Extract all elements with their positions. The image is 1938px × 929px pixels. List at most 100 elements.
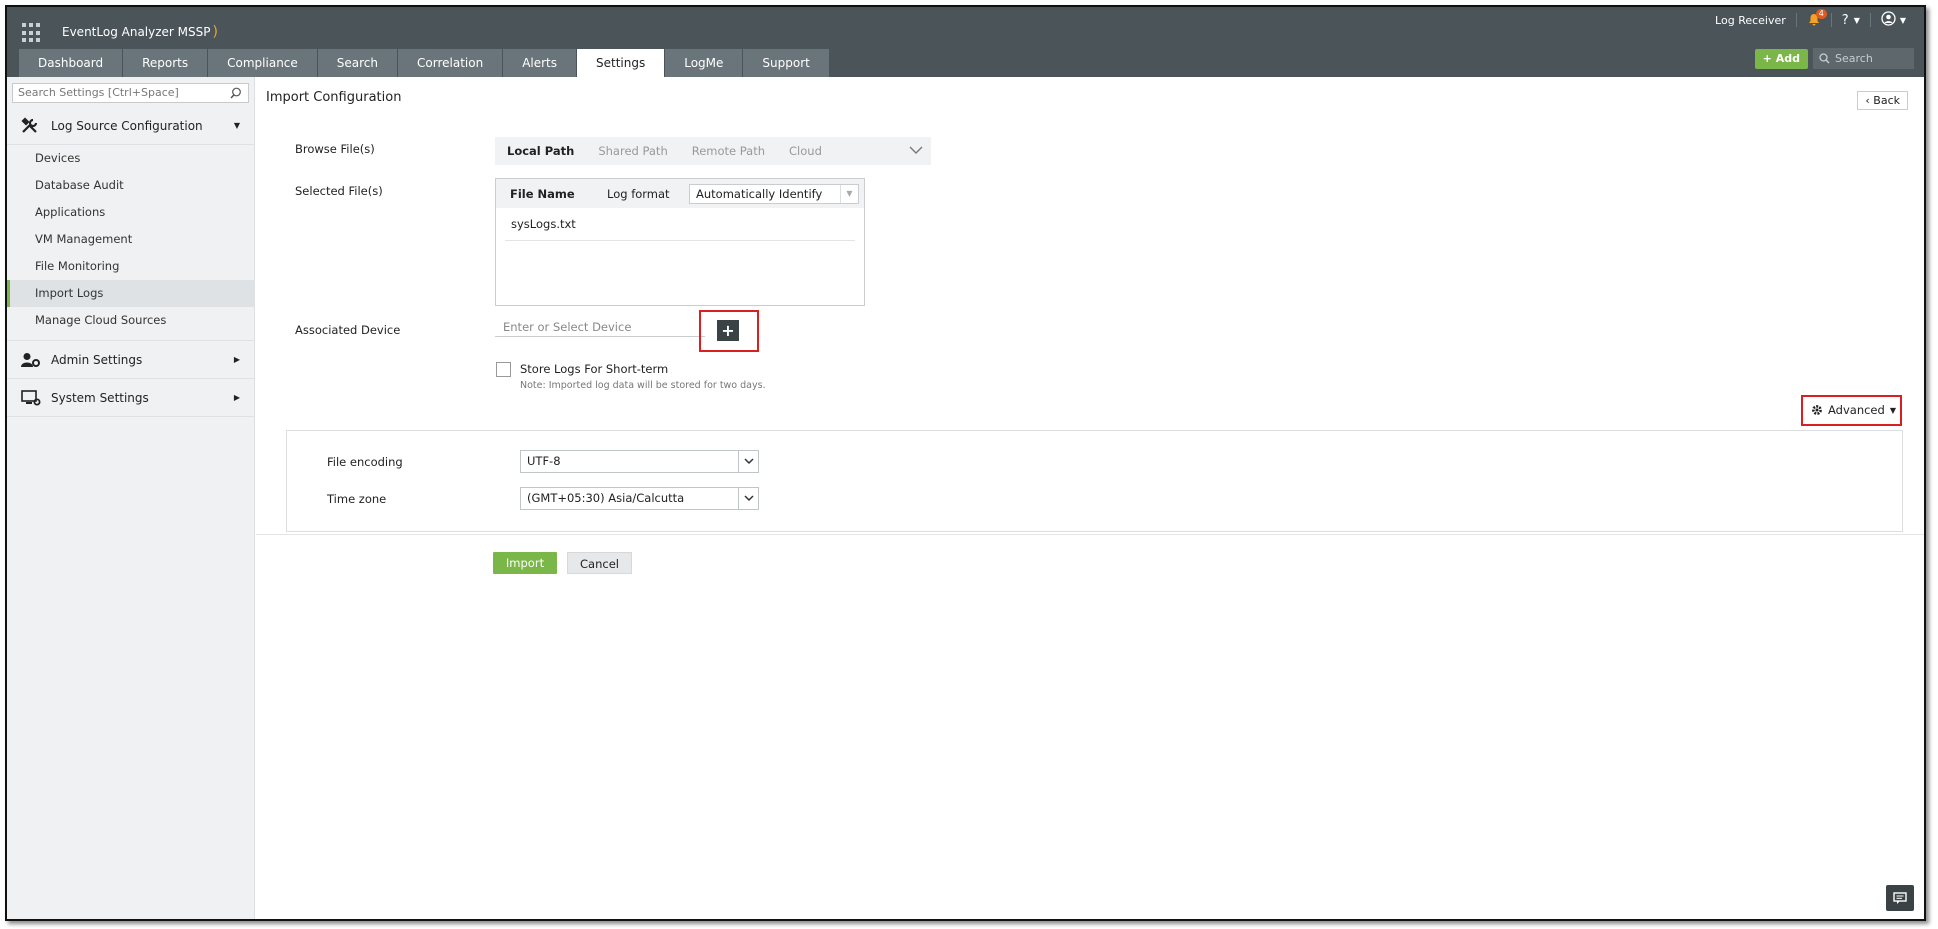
tab-alerts[interactable]: Alerts bbox=[503, 49, 578, 77]
associated-device-label: Associated Device bbox=[295, 323, 401, 337]
caret-down-icon: ▼ bbox=[1889, 405, 1896, 415]
path-tab-cloud[interactable]: Cloud bbox=[789, 144, 822, 158]
divider bbox=[1869, 13, 1871, 27]
caret-right-icon: ▶ bbox=[233, 355, 240, 364]
global-search-placeholder: Search bbox=[1835, 52, 1873, 65]
path-tabs: Local Path Shared Path Remote Path Cloud bbox=[495, 137, 931, 165]
top-header: EventLog Analyzer MSSP) Log Receiver 4 ?… bbox=[7, 7, 1924, 77]
path-tab-remote[interactable]: Remote Path bbox=[692, 144, 765, 158]
global-search-input[interactable]: Search bbox=[1813, 48, 1914, 69]
header-utility-links: Log Receiver 4 ? ▼ ▼ bbox=[1715, 9, 1906, 29]
advanced-panel: File encoding UTF-8 Time zone (GMT+05:30… bbox=[286, 430, 1903, 532]
sidebar-item-file-monitoring[interactable]: File Monitoring bbox=[7, 253, 254, 280]
tab-settings[interactable]: Settings bbox=[577, 49, 666, 77]
help-dropdown-icon[interactable]: ▼ bbox=[1854, 16, 1860, 25]
add-button[interactable]: + Add bbox=[1754, 49, 1808, 69]
sidebar-section-admin-settings[interactable]: Admin Settings ▶ bbox=[7, 341, 254, 379]
advanced-highlight: Advanced ▼ bbox=[1801, 395, 1902, 426]
settings-search-placeholder: Search Settings [Ctrl+Space] bbox=[18, 86, 179, 99]
advanced-label: Advanced bbox=[1828, 403, 1885, 417]
sidebar-section-log-source-configuration[interactable]: Log Source Configuration ▼ bbox=[7, 107, 254, 145]
chevron-down-icon bbox=[738, 451, 758, 472]
settings-search-input[interactable]: Search Settings [Ctrl+Space] bbox=[12, 83, 249, 103]
system-settings-icon bbox=[21, 389, 41, 407]
sidebar-section-label: Admin Settings bbox=[51, 352, 143, 367]
file-row: sysLogs.txt bbox=[505, 208, 855, 241]
search-icon[interactable] bbox=[230, 87, 242, 99]
logo-arc-icon: ) bbox=[212, 24, 218, 40]
user-dropdown-icon[interactable]: ▼ bbox=[1900, 16, 1906, 25]
sidebar-section-label: System Settings bbox=[51, 390, 149, 405]
chat-icon[interactable] bbox=[1886, 885, 1914, 911]
file-name-column-header: File Name bbox=[510, 186, 575, 201]
notification-bell-icon[interactable]: 4 bbox=[1807, 9, 1827, 27]
sidebar-item-devices[interactable]: Devices bbox=[7, 145, 254, 172]
tab-reports[interactable]: Reports bbox=[123, 49, 209, 77]
user-avatar-icon[interactable] bbox=[1881, 11, 1896, 29]
log-format-value: Automatically Identify bbox=[696, 186, 823, 201]
cancel-button[interactable]: Cancel bbox=[567, 552, 632, 574]
sidebar-section-label: Log Source Configuration bbox=[51, 118, 203, 133]
time-zone-label: Time zone bbox=[327, 492, 387, 506]
caret-right-icon: ▶ bbox=[233, 393, 240, 402]
store-logs-checkbox[interactable] bbox=[496, 362, 511, 377]
file-encoding-value: UTF-8 bbox=[527, 454, 561, 468]
sidebar-section-system-settings[interactable]: System Settings ▶ bbox=[7, 379, 254, 417]
log-format-select[interactable]: Automatically Identify ▼ bbox=[689, 183, 859, 204]
store-logs-label: Store Logs For Short-term bbox=[520, 362, 669, 376]
selected-files-label: Selected File(s) bbox=[295, 184, 383, 198]
tab-dashboard[interactable]: Dashboard bbox=[19, 49, 124, 77]
tab-correlation[interactable]: Correlation bbox=[398, 49, 504, 77]
app-launcher-icon[interactable] bbox=[22, 23, 42, 43]
add-button-label: Add bbox=[1775, 52, 1800, 65]
log-receiver-link[interactable]: Log Receiver bbox=[1715, 14, 1786, 27]
sidebar-item-applications[interactable]: Applications bbox=[7, 199, 254, 226]
tools-icon bbox=[21, 116, 41, 135]
log-format-column-header: Log format bbox=[607, 186, 670, 201]
chevron-down-icon[interactable] bbox=[909, 144, 923, 156]
gear-icon bbox=[1812, 405, 1822, 415]
notification-count-badge: 4 bbox=[1815, 9, 1827, 19]
sidebar-item-import-logs[interactable]: Import Logs bbox=[7, 280, 254, 307]
add-device-button[interactable]: + bbox=[717, 320, 739, 341]
page-title: Import Configuration bbox=[266, 90, 402, 105]
device-input[interactable]: Enter or Select Device bbox=[495, 317, 705, 337]
sidebar-item-vm-management[interactable]: VM Management bbox=[7, 226, 254, 253]
tab-compliance[interactable]: Compliance bbox=[208, 49, 318, 77]
file-encoding-select[interactable]: UTF-8 bbox=[520, 450, 759, 473]
browse-files-label: Browse File(s) bbox=[295, 142, 375, 156]
add-device-highlight: + bbox=[699, 310, 759, 352]
tab-search[interactable]: Search bbox=[317, 49, 399, 77]
divider bbox=[1795, 13, 1797, 27]
sidebar-item-manage-cloud-sources[interactable]: Manage Cloud Sources bbox=[7, 307, 254, 341]
tab-support[interactable]: Support bbox=[743, 49, 830, 77]
divider bbox=[1830, 13, 1832, 27]
chevron-down-icon: ▼ bbox=[840, 184, 858, 203]
store-logs-note: Note: Imported log data will be stored f… bbox=[520, 380, 766, 391]
back-button[interactable]: ‹ Back bbox=[1857, 91, 1908, 110]
main-nav-tabs: Dashboard Reports Compliance Search Corr… bbox=[19, 49, 830, 77]
search-icon bbox=[1819, 53, 1830, 64]
app-window: EventLog Analyzer MSSP) Log Receiver 4 ?… bbox=[5, 5, 1926, 921]
chevron-left-icon: ‹ bbox=[1865, 94, 1870, 107]
app-logo: EventLog Analyzer MSSP) bbox=[62, 24, 218, 40]
path-tab-shared[interactable]: Shared Path bbox=[598, 144, 667, 158]
path-tab-local[interactable]: Local Path bbox=[507, 144, 574, 158]
app-name: EventLog Analyzer MSSP bbox=[62, 25, 211, 39]
import-button[interactable]: Import bbox=[493, 552, 557, 574]
plus-icon: + bbox=[1762, 52, 1772, 65]
file-table-header: File Name Log format Automatically Ident… bbox=[496, 179, 864, 208]
time-zone-select[interactable]: (GMT+05:30) Asia/Calcutta bbox=[520, 487, 759, 510]
help-icon[interactable]: ? bbox=[1842, 13, 1849, 28]
file-encoding-label: File encoding bbox=[327, 455, 403, 469]
sidebar-item-database-audit[interactable]: Database Audit bbox=[7, 172, 254, 199]
main-content: Import Configuration ‹ Back Browse File(… bbox=[256, 77, 1924, 919]
tab-logme[interactable]: LogMe bbox=[665, 49, 744, 77]
advanced-button[interactable]: Advanced ▼ bbox=[1811, 403, 1896, 417]
time-zone-value: (GMT+05:30) Asia/Calcutta bbox=[527, 491, 685, 505]
divider bbox=[256, 534, 1924, 535]
back-button-label: Back bbox=[1873, 94, 1900, 107]
settings-sidebar: Search Settings [Ctrl+Space] Log Source … bbox=[7, 77, 255, 919]
chevron-down-icon bbox=[738, 488, 758, 509]
admin-settings-icon bbox=[21, 351, 41, 369]
